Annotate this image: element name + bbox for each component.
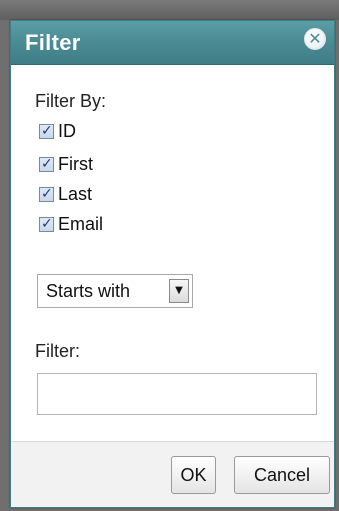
checkbox-row-id[interactable]: ✓ ID — [39, 120, 76, 142]
filter-dialog: Filter ✕ Filter By: ✓ ID ✓ First ✓ Last … — [10, 20, 335, 508]
checkbox-id[interactable]: ✓ — [39, 122, 54, 139]
checkbox-row-last[interactable]: ✓ Last — [39, 183, 92, 205]
match-mode-value: Starts with — [46, 281, 131, 301]
checkbox-label-first[interactable]: First — [58, 154, 93, 175]
cancel-button[interactable]: Cancel — [234, 456, 330, 494]
checkbox-row-email[interactable]: ✓ Email — [39, 213, 103, 235]
checkbox-label-last[interactable]: Last — [58, 184, 92, 205]
page-backdrop — [0, 0, 339, 20]
dialog-titlebar[interactable]: Filter ✕ — [11, 21, 334, 65]
checkbox-label-email[interactable]: Email — [58, 214, 103, 235]
checkmark-icon: ✓ — [41, 155, 53, 172]
dropdown-button[interactable]: ▼ — [169, 279, 189, 303]
filter-label: Filter: — [35, 341, 80, 361]
chevron-down-icon: ▼ — [175, 285, 183, 296]
dialog-footer: OK Cancel — [11, 441, 334, 507]
checkmark-icon: ✓ — [41, 122, 53, 139]
close-icon: ✕ — [308, 29, 322, 48]
checkbox-row-first[interactable]: ✓ First — [39, 153, 93, 175]
checkbox-last[interactable]: ✓ — [39, 185, 54, 202]
dialog-title: Filter — [25, 30, 81, 55]
filter-input[interactable] — [37, 373, 317, 415]
ok-button[interactable]: OK — [171, 456, 216, 494]
checkbox-label-id[interactable]: ID — [58, 121, 76, 142]
match-mode-select[interactable]: Starts with ▼ — [37, 274, 193, 308]
checkbox-first[interactable]: ✓ — [39, 155, 54, 172]
checkbox-email[interactable]: ✓ — [39, 215, 54, 232]
checkmark-icon: ✓ — [41, 185, 53, 202]
checkmark-icon: ✓ — [41, 215, 53, 232]
close-button[interactable]: ✕ — [304, 28, 326, 50]
filter-by-label: Filter By: — [35, 91, 107, 111]
